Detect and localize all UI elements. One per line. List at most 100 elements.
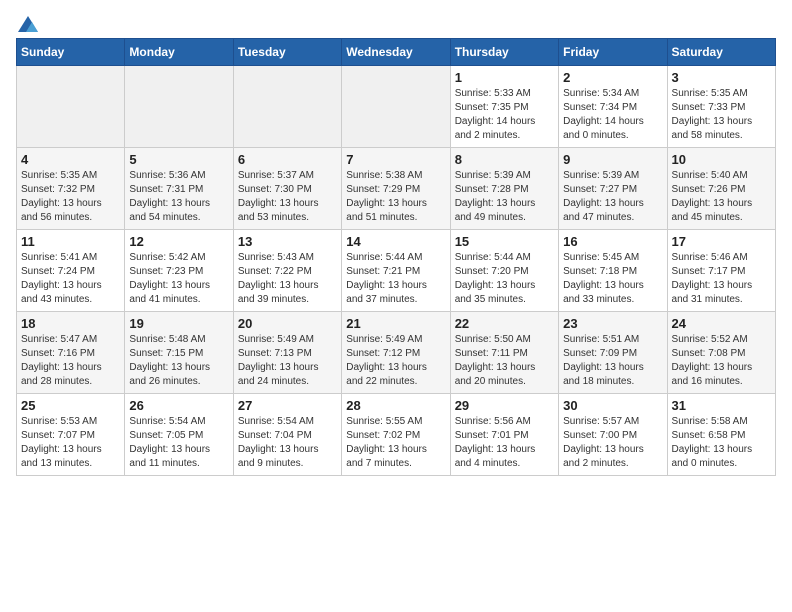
day-info: Sunrise: 5:58 AM Sunset: 6:58 PM Dayligh… (672, 415, 771, 471)
day-number: 11 (21, 234, 120, 249)
weekday-header: Friday (559, 39, 667, 66)
day-info: Sunrise: 5:55 AM Sunset: 7:02 PM Dayligh… (346, 415, 445, 471)
calendar-cell: 8 Sunrise: 5:39 AM Sunset: 7:28 PM Daylig… (450, 148, 558, 230)
calendar-cell: 25 Sunrise: 5:53 AM Sunset: 7:07 PM Dayli… (17, 394, 125, 476)
calendar-cell: 10 Sunrise: 5:40 AM Sunset: 7:26 PM Dayli… (667, 148, 775, 230)
calendar-cell (233, 66, 341, 148)
day-info: Sunrise: 5:42 AM Sunset: 7:23 PM Dayligh… (129, 251, 228, 307)
calendar-cell: 23 Sunrise: 5:51 AM Sunset: 7:09 PM Dayli… (559, 312, 667, 394)
calendar-week-row: 4Sunrise: 5:35 AM Sunset: 7:32 PM Daylig… (17, 148, 776, 230)
calendar-cell: 5Sunrise: 5:36 AM Sunset: 7:31 PM Daylig… (125, 148, 233, 230)
calendar-cell: 20 Sunrise: 5:49 AM Sunset: 7:13 PM Dayli… (233, 312, 341, 394)
calendar-week-row: 11Sunrise: 5:41 AM Sunset: 7:24 PM Dayli… (17, 230, 776, 312)
day-info: Sunrise: 5:35 AM Sunset: 7:32 PM Dayligh… (21, 169, 120, 225)
calendar-week-row: 1Sunrise: 5:33 AM Sunset: 7:35 PM Daylig… (17, 66, 776, 148)
day-info: Sunrise: 5:33 AM Sunset: 7:35 PM Dayligh… (455, 87, 554, 143)
day-info: Sunrise: 5:34 AM Sunset: 7:34 PM Dayligh… (563, 87, 662, 143)
weekday-header: Wednesday (342, 39, 450, 66)
day-number: 27 (238, 398, 337, 413)
calendar-cell: 24 Sunrise: 5:52 AM Sunset: 7:08 PM Dayli… (667, 312, 775, 394)
day-number: 17 (672, 234, 771, 249)
day-number: 18 (21, 316, 120, 331)
calendar-week-row: 18Sunrise: 5:47 AM Sunset: 7:16 PM Dayli… (17, 312, 776, 394)
calendar-cell: 29 Sunrise: 5:56 AM Sunset: 7:01 PM Dayli… (450, 394, 558, 476)
day-number: 14 (346, 234, 445, 249)
calendar-cell: 31Sunrise: 5:58 AM Sunset: 6:58 PM Dayli… (667, 394, 775, 476)
calendar-cell (17, 66, 125, 148)
day-number: 8 (455, 152, 554, 167)
day-info: Sunrise: 5:56 AM Sunset: 7:01 PM Dayligh… (455, 415, 554, 471)
calendar-cell (125, 66, 233, 148)
calendar-week-row: 25 Sunrise: 5:53 AM Sunset: 7:07 PM Dayli… (17, 394, 776, 476)
calendar-cell: 15Sunrise: 5:44 AM Sunset: 7:20 PM Dayli… (450, 230, 558, 312)
day-info: Sunrise: 5:45 AM Sunset: 7:18 PM Dayligh… (563, 251, 662, 307)
day-number: 10 (672, 152, 771, 167)
day-number: 25 (21, 398, 120, 413)
day-info: Sunrise: 5:39 AM Sunset: 7:28 PM Dayligh… (455, 169, 554, 225)
logo (16, 16, 40, 28)
calendar-cell: 30Sunrise: 5:57 AM Sunset: 7:00 PM Dayli… (559, 394, 667, 476)
calendar-cell: 11Sunrise: 5:41 AM Sunset: 7:24 PM Dayli… (17, 230, 125, 312)
day-info: Sunrise: 5:43 AM Sunset: 7:22 PM Dayligh… (238, 251, 337, 307)
calendar-cell: 4Sunrise: 5:35 AM Sunset: 7:32 PM Daylig… (17, 148, 125, 230)
calendar-cell: 1Sunrise: 5:33 AM Sunset: 7:35 PM Daylig… (450, 66, 558, 148)
day-number: 23 (563, 316, 662, 331)
weekday-header: Monday (125, 39, 233, 66)
weekday-header: Saturday (667, 39, 775, 66)
calendar-cell: 3Sunrise: 5:35 AM Sunset: 7:33 PM Daylig… (667, 66, 775, 148)
page-header (16, 16, 776, 28)
calendar-cell: 22 Sunrise: 5:50 AM Sunset: 7:11 PM Dayli… (450, 312, 558, 394)
calendar-cell: 17 Sunrise: 5:46 AM Sunset: 7:17 PM Dayli… (667, 230, 775, 312)
day-info: Sunrise: 5:52 AM Sunset: 7:08 PM Dayligh… (672, 333, 771, 389)
day-info: Sunrise: 5:54 AM Sunset: 7:05 PM Dayligh… (129, 415, 228, 471)
calendar-cell: 9Sunrise: 5:39 AM Sunset: 7:27 PM Daylig… (559, 148, 667, 230)
day-number: 19 (129, 316, 228, 331)
calendar-cell: 19 Sunrise: 5:48 AM Sunset: 7:15 PM Dayli… (125, 312, 233, 394)
day-number: 20 (238, 316, 337, 331)
calendar-cell: 6 Sunrise: 5:37 AM Sunset: 7:30 PM Daylig… (233, 148, 341, 230)
day-number: 24 (672, 316, 771, 331)
day-number: 6 (238, 152, 337, 167)
calendar-cell: 14 Sunrise: 5:44 AM Sunset: 7:21 PM Dayli… (342, 230, 450, 312)
day-info: Sunrise: 5:40 AM Sunset: 7:26 PM Dayligh… (672, 169, 771, 225)
logo-icon (18, 16, 38, 32)
calendar-cell: 28 Sunrise: 5:55 AM Sunset: 7:02 PM Dayli… (342, 394, 450, 476)
day-info: Sunrise: 5:48 AM Sunset: 7:15 PM Dayligh… (129, 333, 228, 389)
day-info: Sunrise: 5:50 AM Sunset: 7:11 PM Dayligh… (455, 333, 554, 389)
weekday-header: Thursday (450, 39, 558, 66)
calendar-table: SundayMondayTuesdayWednesdayThursdayFrid… (16, 38, 776, 476)
day-number: 3 (672, 70, 771, 85)
calendar-cell: 27 Sunrise: 5:54 AM Sunset: 7:04 PM Dayli… (233, 394, 341, 476)
day-number: 15 (455, 234, 554, 249)
day-number: 21 (346, 316, 445, 331)
day-info: Sunrise: 5:51 AM Sunset: 7:09 PM Dayligh… (563, 333, 662, 389)
day-number: 22 (455, 316, 554, 331)
weekday-header: Sunday (17, 39, 125, 66)
weekday-header-row: SundayMondayTuesdayWednesdayThursdayFrid… (17, 39, 776, 66)
day-info: Sunrise: 5:37 AM Sunset: 7:30 PM Dayligh… (238, 169, 337, 225)
day-info: Sunrise: 5:38 AM Sunset: 7:29 PM Dayligh… (346, 169, 445, 225)
calendar-cell: 7 Sunrise: 5:38 AM Sunset: 7:29 PM Daylig… (342, 148, 450, 230)
day-info: Sunrise: 5:53 AM Sunset: 7:07 PM Dayligh… (21, 415, 120, 471)
calendar-cell: 2 Sunrise: 5:34 AM Sunset: 7:34 PM Daylig… (559, 66, 667, 148)
day-number: 30 (563, 398, 662, 413)
day-info: Sunrise: 5:49 AM Sunset: 7:12 PM Dayligh… (346, 333, 445, 389)
day-number: 29 (455, 398, 554, 413)
day-number: 26 (129, 398, 228, 413)
day-info: Sunrise: 5:36 AM Sunset: 7:31 PM Dayligh… (129, 169, 228, 225)
day-info: Sunrise: 5:49 AM Sunset: 7:13 PM Dayligh… (238, 333, 337, 389)
day-number: 28 (346, 398, 445, 413)
calendar-cell: 13 Sunrise: 5:43 AM Sunset: 7:22 PM Dayli… (233, 230, 341, 312)
day-info: Sunrise: 5:44 AM Sunset: 7:21 PM Dayligh… (346, 251, 445, 307)
calendar-cell: 18Sunrise: 5:47 AM Sunset: 7:16 PM Dayli… (17, 312, 125, 394)
day-info: Sunrise: 5:46 AM Sunset: 7:17 PM Dayligh… (672, 251, 771, 307)
day-number: 7 (346, 152, 445, 167)
calendar-cell: 21 Sunrise: 5:49 AM Sunset: 7:12 PM Dayli… (342, 312, 450, 394)
day-number: 9 (563, 152, 662, 167)
calendar-cell: 16Sunrise: 5:45 AM Sunset: 7:18 PM Dayli… (559, 230, 667, 312)
calendar-cell (342, 66, 450, 148)
calendar-cell: 12Sunrise: 5:42 AM Sunset: 7:23 PM Dayli… (125, 230, 233, 312)
day-info: Sunrise: 5:54 AM Sunset: 7:04 PM Dayligh… (238, 415, 337, 471)
day-number: 13 (238, 234, 337, 249)
day-number: 2 (563, 70, 662, 85)
